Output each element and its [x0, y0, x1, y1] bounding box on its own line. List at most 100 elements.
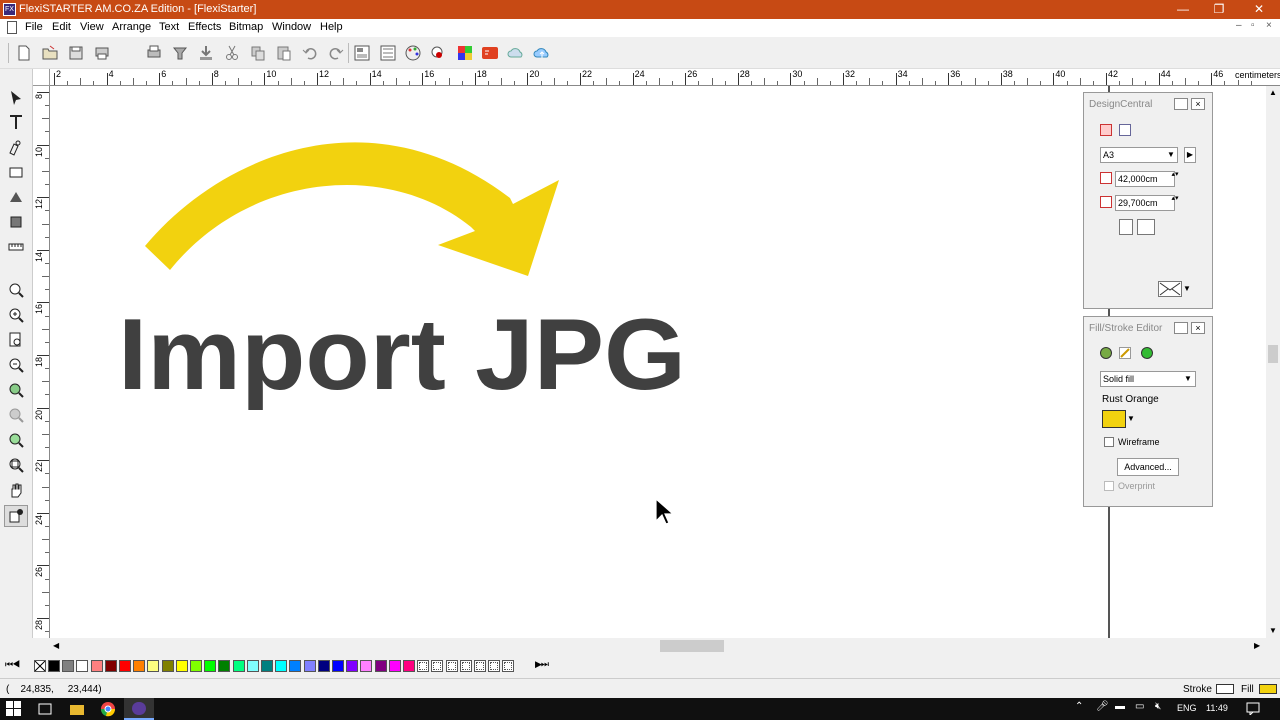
tray-up-icon[interactable]: ⌃ — [1075, 701, 1083, 712]
overprint-checkbox[interactable] — [1104, 481, 1114, 491]
menu-arrange[interactable]: Arrange — [112, 21, 151, 33]
ruler-origin[interactable] — [33, 69, 50, 86]
palette-pattern-swatch[interactable] — [459, 660, 472, 672]
zoom-previous-icon[interactable] — [4, 429, 28, 451]
menu-window[interactable]: Window — [272, 21, 311, 33]
palette-color-swatch[interactable] — [76, 660, 89, 672]
palette-pattern-swatch[interactable] — [502, 660, 515, 672]
save-icon[interactable] — [65, 42, 87, 64]
vertical-scroll-thumb[interactable] — [1268, 345, 1278, 363]
clock[interactable]: 11:49 — [1206, 703, 1228, 713]
vertical-ruler[interactable]: 8 10 12 14 16 18 20 22 24 26 28 — [33, 86, 50, 638]
new-icon[interactable] — [13, 42, 35, 64]
fill-tab-icon[interactable] — [1100, 347, 1112, 359]
mdi-restore-button[interactable]: ▫ — [1251, 20, 1255, 31]
palette-pattern-swatch[interactable] — [488, 660, 501, 672]
design-central-minimize-button[interactable] — [1174, 98, 1188, 110]
file-explorer-icon[interactable] — [69, 701, 85, 717]
battery-icon[interactable]: ▭ — [1135, 701, 1144, 712]
height-spinner-icon[interactable]: ▴▾ — [1170, 195, 1180, 211]
cloud-icon[interactable] — [505, 42, 527, 64]
page-setup-icon[interactable] — [1119, 124, 1131, 136]
page-layout-icon[interactable] — [1100, 124, 1112, 136]
palette-last-icon[interactable]: ▶⏭ — [535, 659, 549, 670]
palette-color-swatch[interactable] — [62, 660, 75, 672]
fill-indicator[interactable] — [1259, 684, 1277, 694]
effects-tab-icon[interactable] — [1141, 347, 1153, 359]
color-icon[interactable] — [427, 42, 449, 64]
mdi-close-button[interactable]: × — [1266, 20, 1272, 31]
width-spinner-icon[interactable]: ▴▾ — [1170, 171, 1180, 187]
palette-icon[interactable] — [402, 42, 424, 64]
palette-color-swatch[interactable] — [388, 660, 401, 672]
palette-pattern-swatch[interactable] — [431, 660, 444, 672]
notifications-icon[interactable] — [1246, 702, 1260, 715]
menu-view[interactable]: View — [80, 21, 104, 33]
paste-icon[interactable] — [273, 42, 295, 64]
no-color-swatch[interactable] — [34, 660, 46, 672]
advanced-button[interactable]: Advanced... — [1117, 458, 1179, 476]
minimize-button[interactable]: — — [1164, 0, 1202, 19]
close-button[interactable]: ✕ — [1240, 0, 1278, 19]
menu-effects[interactable]: Effects — [188, 21, 221, 33]
task-view-icon[interactable] — [37, 701, 53, 717]
fill-stroke-minimize-button[interactable] — [1174, 322, 1188, 334]
menu-file[interactable]: File — [25, 21, 43, 33]
palette-color-swatch[interactable] — [289, 660, 302, 672]
palette-color-swatch[interactable] — [133, 660, 146, 672]
rectangle-tool-icon[interactable] — [4, 161, 28, 183]
cut-icon[interactable] — [221, 42, 243, 64]
envelope-icon[interactable] — [1158, 281, 1182, 297]
windows-start-icon[interactable] — [6, 701, 22, 717]
horizontal-scroll-thumb[interactable] — [660, 640, 724, 652]
palette-color-swatch[interactable] — [90, 660, 103, 672]
palette-color-swatch[interactable] — [275, 660, 288, 672]
document-icon[interactable] — [7, 21, 17, 34]
palette-color-swatch[interactable] — [317, 660, 330, 672]
horizontal-scrollbar[interactable]: ◀ ▶ — [50, 638, 1266, 654]
select-tool-icon[interactable] — [4, 87, 28, 109]
menu-help[interactable]: Help — [320, 21, 343, 33]
palette-color-swatch[interactable] — [175, 660, 188, 672]
scroll-right-icon[interactable]: ▶ — [1254, 641, 1260, 650]
scroll-down-icon[interactable]: ▼ — [1269, 626, 1277, 635]
page-width-field[interactable]: 42,000cm — [1115, 171, 1175, 187]
shape-edit-tool-icon[interactable] — [4, 186, 28, 208]
volume-icon[interactable]: 🔇︎ — [1155, 701, 1161, 712]
palette-pattern-swatch[interactable] — [474, 660, 486, 672]
arrange-icon[interactable] — [351, 42, 373, 64]
er-icon[interactable] — [479, 42, 501, 64]
palette-color-swatch[interactable] — [346, 660, 359, 672]
fill-stroke-close-icon[interactable]: × — [1191, 322, 1205, 334]
portrait-icon[interactable] — [1119, 219, 1133, 235]
envelope-dropdown-icon[interactable]: ▼ — [1183, 281, 1193, 297]
palette-color-swatch[interactable] — [119, 660, 131, 672]
stroke-indicator[interactable] — [1216, 684, 1234, 694]
fill-color-swatch[interactable] — [1102, 410, 1126, 428]
zoom-in-icon[interactable] — [4, 304, 28, 326]
language-indicator[interactable]: ENG — [1177, 703, 1197, 713]
palette-color-swatch[interactable] — [104, 660, 117, 672]
palette-color-swatch[interactable] — [403, 660, 415, 672]
maximize-button[interactable]: ❐ — [1200, 0, 1238, 19]
page-height-field[interactable]: 29,700cm — [1115, 195, 1175, 211]
palette-color-swatch[interactable] — [204, 660, 217, 672]
print-setup-icon[interactable] — [91, 42, 113, 64]
palette-pattern-swatch[interactable] — [417, 660, 430, 672]
menu-bitmap[interactable]: Bitmap — [229, 21, 263, 33]
redo-icon[interactable] — [325, 42, 347, 64]
palette-color-swatch[interactable] — [48, 660, 60, 672]
palette-color-swatch[interactable] — [374, 660, 387, 672]
palette-color-swatch[interactable] — [360, 660, 373, 672]
palette-color-swatch[interactable] — [303, 660, 316, 672]
horizontal-ruler[interactable]: 2 4 6 8 10 12 14 16 18 20 22 24 26 28 30 32 34 36 38 40 42 44… — [50, 69, 1280, 86]
spot-colors-icon[interactable] — [454, 42, 476, 64]
undo-icon[interactable] — [299, 42, 321, 64]
cloud-upload-icon[interactable] — [531, 42, 553, 64]
copy-icon[interactable] — [247, 42, 269, 64]
fill-tool-icon[interactable] — [4, 211, 28, 233]
page-size-dropdown-icon[interactable]: ▼ — [1165, 148, 1177, 162]
palette-color-swatch[interactable] — [246, 660, 259, 672]
menu-text[interactable]: Text — [159, 21, 179, 33]
palette-color-swatch[interactable] — [147, 660, 160, 672]
